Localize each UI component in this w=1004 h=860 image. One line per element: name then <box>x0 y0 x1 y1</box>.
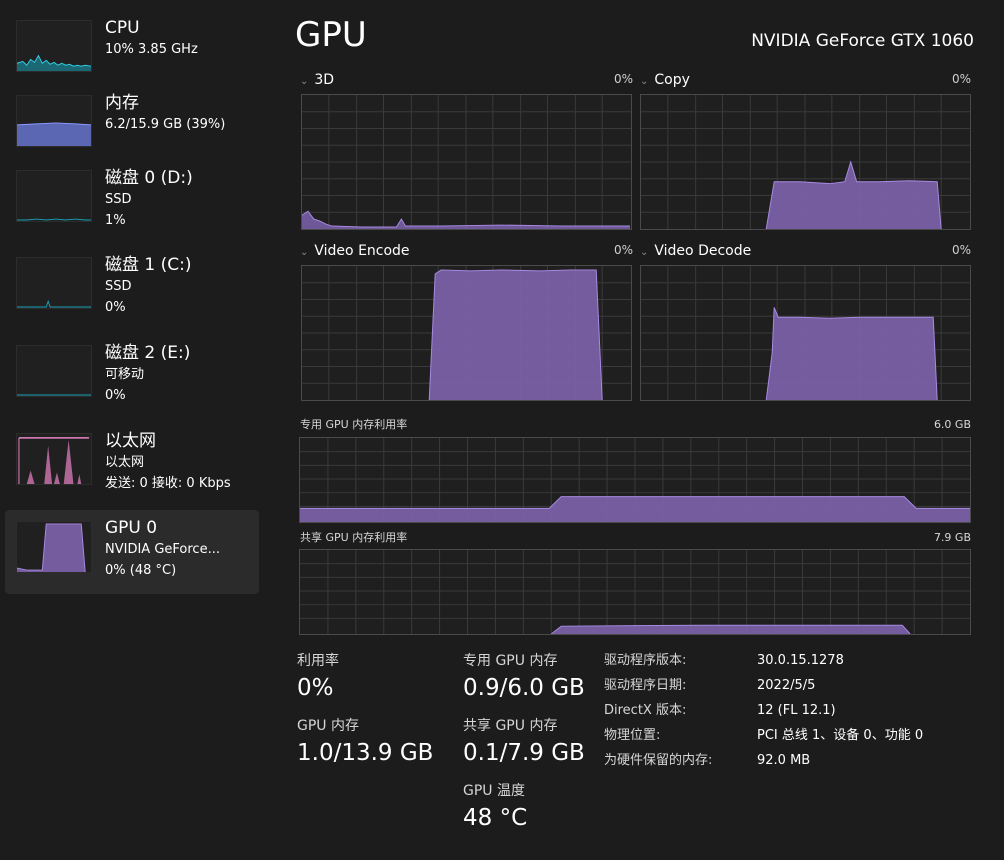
sidebar-item-detail: 10% 3.85 GHz <box>105 42 198 57</box>
shared-memory-max: 7.9 GB <box>933 531 971 544</box>
sidebar-item-detail: 可移动 <box>105 367 145 382</box>
sidebar-item-detail: 6.2/15.9 GB (39%) <box>105 117 226 132</box>
sidebar-item-ethernet[interactable]: 以太网 以太网 发送: 0 接收: 0 Kbps <box>5 423 259 507</box>
sidebar-item-detail: SSD <box>105 279 132 294</box>
sidebar-item-title: 磁盘 1 (C:) <box>105 255 192 275</box>
sidebar-item-disk-1[interactable]: 磁盘 1 (C:) SSD 0% <box>5 247 259 331</box>
cpu-thumbnail-graph <box>16 20 92 72</box>
utilization-value: 0% <box>297 675 334 701</box>
disk-2-thumbnail-graph <box>16 345 92 397</box>
engine-label: Video Decode <box>654 243 752 259</box>
sidebar-item-detail: SSD <box>105 192 132 207</box>
utilization-label: 利用率 <box>297 653 339 669</box>
page-title: GPU <box>295 15 367 55</box>
sidebar-item-detail: 0% <box>105 300 126 315</box>
gpu-memory-label: GPU 内存 <box>297 718 359 734</box>
shared-memory-label: 共享 GPU 内存利用率 <box>300 531 408 544</box>
engine-percent: 0% <box>951 243 971 257</box>
sidebar-item-title: 内存 <box>105 93 139 113</box>
sidebar: CPU 10% 3.85 GHz 内存 6.2/15.9 GB (39%) 磁盘… <box>0 0 262 860</box>
engine-percent: 0% <box>613 243 633 257</box>
dedicated-memory-label: 专用 GPU 内存利用率 <box>300 418 408 431</box>
driver-date-value: 2022/5/5 <box>757 678 816 693</box>
sidebar-item-disk-2[interactable]: 磁盘 2 (E:) 可移动 0% <box>5 335 259 419</box>
hardware-reserved-memory-label: 为硬件保留的内存: <box>604 753 713 768</box>
gpu-memory-value: 1.0/13.9 GB <box>297 740 434 766</box>
engine-selector-copy[interactable]: ⌄ Copy <box>640 71 690 91</box>
hardware-reserved-memory-value: 92.0 MB <box>757 753 811 768</box>
chevron-down-icon: ⌄ <box>640 247 649 258</box>
engine-selector-video-decode[interactable]: ⌄ Video Decode <box>640 242 751 262</box>
sidebar-item-title: GPU 0 <box>105 518 158 538</box>
chevron-down-icon: ⌄ <box>640 76 649 87</box>
physical-location-label: 物理位置: <box>604 728 661 743</box>
dedicated-gpu-memory-value: 0.9/6.0 GB <box>463 675 585 701</box>
engine-percent: 0% <box>613 72 633 86</box>
dedicated-gpu-memory-label: 专用 GPU 内存 <box>463 653 558 669</box>
engine-label: Copy <box>654 72 690 88</box>
engine-selector-video-encode[interactable]: ⌄ Video Encode <box>300 242 410 262</box>
shared-memory-graph <box>299 549 971 635</box>
sidebar-item-cpu[interactable]: CPU 10% 3.85 GHz <box>5 10 259 94</box>
engine-graph-video-encode <box>301 265 632 401</box>
driver-version-label: 驱动程序版本: <box>604 653 687 668</box>
engine-graph-video-decode <box>640 265 971 401</box>
gpu-temperature-value: 48 °C <box>463 805 528 831</box>
memory-thumbnail-graph <box>16 95 92 147</box>
engine-selector-3d[interactable]: ⌄ 3D <box>300 71 334 91</box>
driver-date-label: 驱动程序日期: <box>604 678 687 693</box>
sidebar-item-detail: NVIDIA GeForce... <box>105 542 220 557</box>
disk-1-thumbnail-graph <box>16 257 92 309</box>
dedicated-memory-max: 6.0 GB <box>933 418 971 431</box>
sidebar-item-memory[interactable]: 内存 6.2/15.9 GB (39%) <box>5 85 259 169</box>
sidebar-item-detail: 发送: 0 接收: 0 Kbps <box>105 476 231 491</box>
driver-version-value: 30.0.15.1278 <box>757 653 844 668</box>
sidebar-item-detail: 以太网 <box>105 455 145 470</box>
shared-gpu-memory-value: 0.1/7.9 GB <box>463 740 585 766</box>
engine-percent: 0% <box>951 72 971 86</box>
chevron-down-icon: ⌄ <box>300 247 309 258</box>
engine-graph-3d <box>301 94 632 230</box>
sidebar-item-title: 磁盘 2 (E:) <box>105 343 191 363</box>
ethernet-thumbnail-graph <box>16 433 92 485</box>
directx-version-value: 12 (FL 12.1) <box>757 703 836 718</box>
engine-label: 3D <box>314 72 335 88</box>
directx-version-label: DirectX 版本: <box>604 703 687 718</box>
gpu-temperature-label: GPU 温度 <box>463 783 525 799</box>
sidebar-item-disk-0[interactable]: 磁盘 0 (D:) SSD 1% <box>5 160 259 244</box>
disk-0-thumbnail-graph <box>16 170 92 222</box>
sidebar-item-detail: 0% (48 °C) <box>105 563 177 578</box>
shared-gpu-memory-label: 共享 GPU 内存 <box>463 718 558 734</box>
dedicated-memory-graph <box>299 437 971 523</box>
sidebar-item-title: CPU <box>105 18 140 38</box>
engine-graph-copy <box>640 94 971 230</box>
gpu-0-thumbnail-graph <box>16 521 92 573</box>
engine-label: Video Encode <box>314 243 410 259</box>
chevron-down-icon: ⌄ <box>300 76 309 87</box>
sidebar-item-gpu-0[interactable]: GPU 0 NVIDIA GeForce... 0% (48 °C) <box>5 510 259 594</box>
sidebar-item-detail: 1% <box>105 213 126 228</box>
gpu-model-name: NVIDIA GeForce GTX 1060 <box>751 31 974 51</box>
sidebar-item-detail: 0% <box>105 388 126 403</box>
physical-location-value: PCI 总线 1、设备 0、功能 0 <box>757 728 924 743</box>
sidebar-item-title: 以太网 <box>105 431 156 451</box>
sidebar-item-title: 磁盘 0 (D:) <box>105 168 193 188</box>
